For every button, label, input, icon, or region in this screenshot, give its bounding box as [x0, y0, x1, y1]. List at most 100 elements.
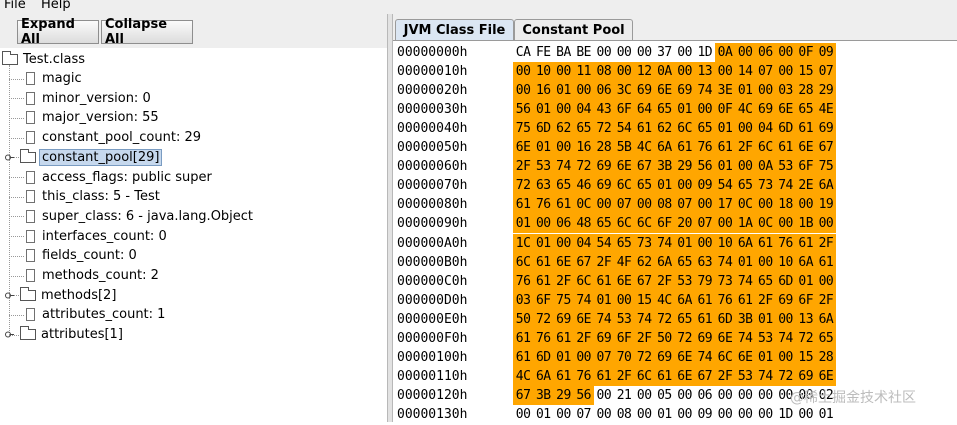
- collapse-all-button[interactable]: Collapse All: [101, 17, 193, 47]
- hex-byte-highlighted[interactable]: 3B: [735, 309, 756, 329]
- hex-byte-highlighted[interactable]: 61: [795, 118, 816, 138]
- hex-byte[interactable]: 00: [715, 386, 735, 405]
- hex-byte-highlighted[interactable]: 72: [654, 309, 675, 329]
- hex-byte-highlighted[interactable]: 01: [735, 80, 756, 100]
- hex-byte-highlighted[interactable]: 74: [775, 329, 796, 348]
- hex-byte-highlighted[interactable]: 65: [755, 271, 776, 291]
- hex-byte-highlighted[interactable]: 07: [674, 195, 695, 215]
- hex-byte[interactable]: 00: [634, 43, 654, 62]
- hex-byte-highlighted[interactable]: 61: [735, 290, 756, 310]
- hex-byte-highlighted[interactable]: 00: [553, 233, 574, 253]
- hex-byte-highlighted[interactable]: 76: [533, 195, 554, 215]
- hex-byte-highlighted[interactable]: 00: [755, 252, 776, 272]
- hex-byte-highlighted[interactable]: 6F: [654, 214, 675, 234]
- menu-file[interactable]: File: [4, 0, 26, 12]
- hex-byte[interactable]: 05: [654, 386, 674, 405]
- hex-byte-highlighted[interactable]: 6A: [735, 233, 756, 253]
- hex-byte-highlighted[interactable]: 76: [513, 271, 534, 291]
- hex-byte-highlighted[interactable]: 56: [513, 99, 534, 119]
- hex-byte-highlighted[interactable]: 61: [513, 348, 534, 368]
- hex-byte-highlighted[interactable]: 00: [815, 214, 836, 234]
- hex-byte-highlighted[interactable]: 16: [573, 138, 594, 157]
- hex-byte-highlighted[interactable]: 6A: [815, 309, 836, 329]
- hex-byte-highlighted[interactable]: 01: [714, 118, 736, 138]
- hex-byte-highlighted[interactable]: 00: [533, 214, 554, 234]
- tree-node[interactable]: minor_version: 0: [26, 89, 153, 107]
- hex-byte-highlighted[interactable]: 3B: [533, 386, 554, 406]
- hex-byte-highlighted[interactable]: 10: [533, 61, 554, 81]
- hex-byte-highlighted[interactable]: 01: [593, 290, 614, 310]
- tree-node[interactable]: constant_pool[29]: [20, 148, 163, 166]
- hex-byte-highlighted[interactable]: 63: [533, 176, 554, 196]
- hex-byte-highlighted[interactable]: 50: [654, 329, 675, 348]
- hex-byte-highlighted[interactable]: 61: [634, 118, 655, 138]
- hex-byte-highlighted[interactable]: 01: [553, 80, 574, 100]
- hex-byte-highlighted[interactable]: 6F: [613, 99, 635, 119]
- hex-byte-highlighted[interactable]: 74: [553, 157, 574, 177]
- hex-byte-highlighted[interactable]: 54: [613, 118, 635, 138]
- hex-byte-highlighted[interactable]: 2F: [654, 271, 675, 291]
- hex-byte-highlighted[interactable]: 29: [553, 386, 574, 406]
- hex-byte-highlighted[interactable]: 53: [755, 329, 776, 348]
- hex-byte-highlighted[interactable]: 03: [513, 290, 534, 310]
- hex-byte-highlighted[interactable]: 01: [513, 214, 534, 234]
- hex-byte-highlighted[interactable]: 69: [775, 290, 796, 310]
- hex-byte-highlighted[interactable]: 4F: [613, 252, 635, 272]
- hex-byte-highlighted[interactable]: 01: [553, 348, 574, 368]
- hex-byte-highlighted[interactable]: 6C: [613, 214, 635, 234]
- hex-byte-highlighted[interactable]: 74: [694, 348, 715, 368]
- hex-byte-highlighted[interactable]: 61: [714, 138, 736, 157]
- hex-byte-highlighted[interactable]: 04: [573, 99, 594, 119]
- hex-byte-highlighted[interactable]: 0F: [795, 42, 816, 62]
- hex-byte-highlighted[interactable]: 3E: [714, 80, 736, 100]
- hex-byte-highlighted[interactable]: 01: [735, 252, 756, 272]
- hex-byte-highlighted[interactable]: 00: [755, 80, 776, 100]
- hex-byte[interactable]: 00: [614, 43, 634, 62]
- hex-byte[interactable]: 21: [614, 386, 634, 405]
- hex-byte-highlighted[interactable]: 6D: [533, 118, 554, 138]
- hex-byte-highlighted[interactable]: 00: [553, 138, 574, 157]
- hex-byte-highlighted[interactable]: 54: [593, 233, 614, 253]
- hex-byte-highlighted[interactable]: 4E: [815, 99, 836, 119]
- hex-byte-highlighted[interactable]: 2F: [815, 233, 836, 253]
- hex-byte-highlighted[interactable]: 2F: [573, 329, 594, 348]
- tab-jvm-class-file[interactable]: JVM Class File: [395, 19, 514, 40]
- hex-byte-highlighted[interactable]: 67: [694, 367, 715, 387]
- hex-byte-highlighted[interactable]: 00: [573, 80, 594, 100]
- hex-byte-highlighted[interactable]: 74: [654, 233, 675, 253]
- hex-byte-highlighted[interactable]: 72: [775, 367, 796, 387]
- hex-byte-highlighted[interactable]: 69: [553, 309, 574, 329]
- hex-byte-highlighted[interactable]: 6A: [815, 176, 836, 196]
- hex-byte-highlighted[interactable]: 00: [735, 157, 756, 177]
- hex-byte-highlighted[interactable]: 43: [593, 99, 614, 119]
- hex-byte-highlighted[interactable]: 61: [815, 252, 836, 272]
- hex-byte[interactable]: 06: [695, 386, 715, 405]
- tree-node[interactable]: methods[2]: [20, 286, 118, 304]
- hex-byte-highlighted[interactable]: 06: [553, 214, 574, 234]
- hex-byte-highlighted[interactable]: 6E: [613, 271, 635, 291]
- hex-byte-highlighted[interactable]: 61: [533, 271, 554, 291]
- hex-byte-highlighted[interactable]: 14: [735, 61, 756, 81]
- hex-byte-highlighted[interactable]: 2F: [735, 138, 756, 157]
- hex-byte-highlighted[interactable]: 61: [694, 309, 715, 329]
- hex-byte-highlighted[interactable]: 4C: [513, 367, 534, 387]
- expand-all-button[interactable]: Expand All: [17, 17, 99, 47]
- hex-byte-highlighted[interactable]: 19: [815, 195, 836, 215]
- hex-byte-highlighted[interactable]: 01: [674, 233, 695, 253]
- hex-byte-highlighted[interactable]: 2F: [714, 367, 736, 387]
- hex-byte-highlighted[interactable]: 65: [795, 99, 816, 119]
- hex-byte-highlighted[interactable]: 6E: [735, 348, 756, 368]
- hex-byte-highlighted[interactable]: 69: [654, 348, 675, 368]
- hex-byte-highlighted[interactable]: 61: [553, 195, 574, 215]
- hex-byte-highlighted[interactable]: 65: [613, 233, 635, 253]
- hex-byte-highlighted[interactable]: 65: [674, 309, 695, 329]
- hex-byte-highlighted[interactable]: 4C: [634, 138, 655, 157]
- hex-byte-highlighted[interactable]: 74: [573, 290, 594, 310]
- hex-byte[interactable]: CA: [513, 43, 533, 62]
- hex-byte-highlighted[interactable]: 12: [634, 61, 655, 81]
- hex-byte-highlighted[interactable]: 00: [815, 271, 836, 291]
- hex-byte-highlighted[interactable]: 04: [573, 233, 594, 253]
- hex-byte-highlighted[interactable]: 61: [795, 233, 816, 253]
- hex-byte-highlighted[interactable]: 00: [613, 290, 635, 310]
- hex-byte-highlighted[interactable]: 01: [674, 99, 695, 119]
